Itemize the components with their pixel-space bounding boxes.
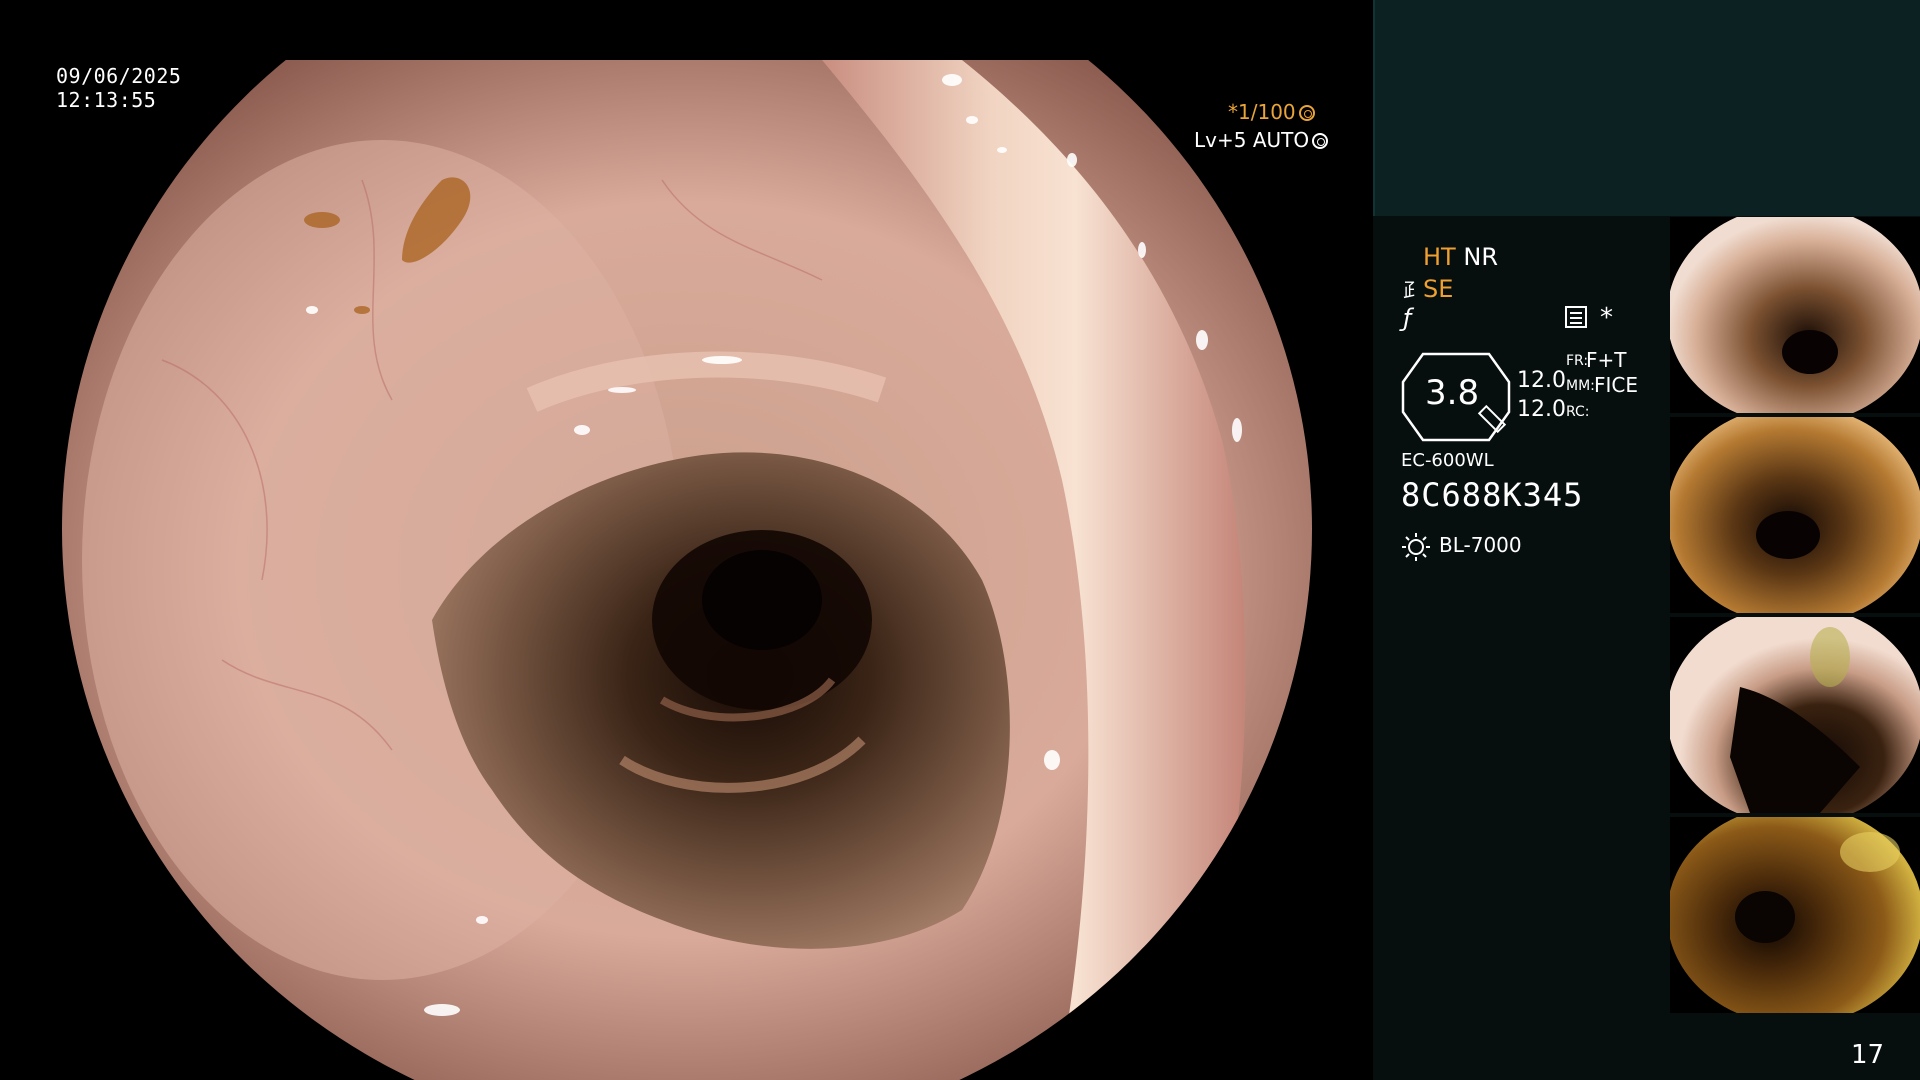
- page-number: 17: [1851, 1040, 1885, 1070]
- value-a: 12.0: [1517, 368, 1566, 393]
- value-b: 12.0: [1517, 397, 1566, 422]
- mm-label: MM:: [1566, 378, 1595, 394]
- thumbnail-1[interactable]: [1670, 217, 1920, 413]
- scope-serial: 8C688K345: [1401, 476, 1584, 514]
- fr-value: F+T: [1586, 348, 1627, 372]
- thumbnail-3[interactable]: [1670, 617, 1920, 813]
- date-text: 09/06/2025: [56, 64, 182, 88]
- shutter-speed: *1/100: [1228, 100, 1315, 124]
- shutter-text: *1/100: [1228, 100, 1296, 124]
- endoscope-main-view: 09/06/2025 12:13:55 *1/100 Lv+5 AUTO: [0, 0, 1373, 1080]
- panel-header-area: [1373, 0, 1920, 216]
- auto-iris-icon: [1312, 133, 1329, 149]
- rc-label: RC:: [1566, 404, 1590, 420]
- brightness-level: Lv+5 AUTO: [1194, 128, 1329, 152]
- time-text: 12:13:55: [56, 88, 157, 112]
- asterisk-indicator: *: [1600, 303, 1613, 333]
- mm-value: FICE: [1594, 373, 1639, 397]
- zoom-value: 3.8: [1425, 373, 1480, 413]
- level-text: Lv+5 AUTO: [1194, 128, 1310, 152]
- fr-label: FR:: [1566, 353, 1589, 369]
- freeze-icon: ƒ: [1403, 304, 1412, 332]
- memo-icon: [1565, 306, 1587, 328]
- ht-nr-row: HT NR: [1423, 243, 1498, 271]
- se-row: ⺪SE: [1403, 274, 1453, 303]
- light-source-icon: [1402, 533, 1430, 561]
- fiber-icon: ⺪: [1403, 278, 1423, 302]
- shutter-icon: [1298, 105, 1315, 121]
- info-panel: HT NR ⺪SE ƒ * 3.8 12.0 12.0 FR: F+T MM: …: [1373, 0, 1920, 1080]
- timestamp: 09/06/2025 12:13:55: [56, 64, 181, 112]
- light-source-label: BL-7000: [1439, 533, 1522, 557]
- ht-label: HT: [1423, 243, 1456, 271]
- nr-label: NR: [1463, 243, 1498, 271]
- thumbnail-4[interactable]: [1670, 817, 1920, 1013]
- endoscope-image: [62, 60, 1312, 1080]
- scope-model: EC-600WL: [1401, 450, 1494, 471]
- thumbnail-2[interactable]: [1670, 417, 1920, 613]
- se-label: SE: [1423, 275, 1454, 303]
